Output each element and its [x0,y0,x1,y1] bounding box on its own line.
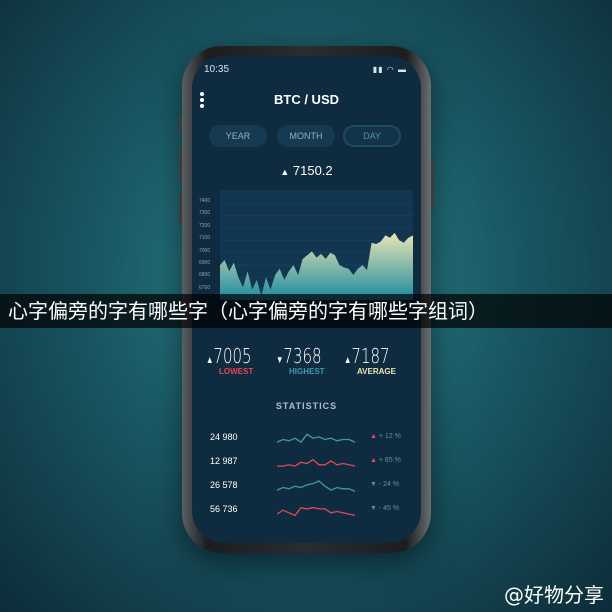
summary-highest-value: ▼7368 [276,344,322,368]
mute-switch [179,115,182,133]
y-tick-label: 7100 [199,235,211,242]
overlay-banner: 心字偏旁的字有哪些字（心字偏旁的字有哪些字组词） [0,294,612,328]
price-value: 7150.2 [292,163,333,178]
volume-up-button [179,148,182,182]
y-tick-label: 6800 [199,272,211,279]
stat-value: 56 736 [210,504,238,514]
down-arrow-icon: ▼ [370,505,377,512]
stat-change: - 45 % [378,505,400,512]
tab-month[interactable]: MONTH [277,125,335,147]
statistics-row[interactable]: 12 987 ▲ + 65 % [192,452,421,476]
price-chart [220,190,413,300]
summary-value: 7187 [351,344,390,368]
up-arrow-icon: ▲ [344,355,352,366]
sparkline [277,506,356,517]
up-arrow-icon: ▲ [280,167,290,177]
summary-label: HIGHEST [289,367,325,376]
status-time: 10:35 [204,64,230,75]
volume-down-button [179,192,182,226]
stat-change: + 65 % [378,457,401,464]
statistics-row[interactable]: 26 578 ▼ - 24 % [192,476,421,500]
stat-value: 26 578 [210,480,238,490]
summary-label: LOWEST [219,367,254,376]
sparkline-path [277,458,356,467]
sparkline-path [277,506,356,517]
sparkline [277,433,356,443]
summary-value: 7005 [213,344,252,368]
down-arrow-icon: ▼ [370,481,377,488]
summary-label: AVERAGE [357,367,396,376]
sparkline-path [277,433,356,443]
tab-year[interactable]: YEAR [209,125,267,147]
sparkline [277,458,356,467]
summary-lowest-value: ▲7005 [206,344,252,368]
y-tick-label: 7000 [199,247,211,254]
y-tick-label: 7200 [199,222,211,229]
summary-average-value: ▲7187 [344,344,390,368]
pair-title: BTC / USD [274,92,339,107]
y-tick-label: 7400 [199,198,211,204]
power-button [431,160,434,210]
up-arrow-icon: ▲ [370,433,377,440]
statistics-title: STATISTICS [275,401,338,411]
stat-change: + 12 % [378,433,401,440]
y-tick-label: 6900 [199,260,211,266]
tab-day[interactable]: DAY [343,125,401,147]
up-arrow-icon: ▲ [370,457,377,464]
statistics-row[interactable]: 24 980 ▲ + 12 % [192,428,421,452]
up-arrow-icon: ▲ [206,355,214,366]
watermark: @好物分享 [504,583,604,607]
stat-change: - 24 % [378,481,400,488]
summary-value: 7368 [283,344,322,368]
down-arrow-icon: ▼ [276,355,284,366]
sparkline-path [277,480,356,492]
status-icons: ▮▮ ◠ ▬ [372,65,407,74]
current-price: ▲ 7150.2 [192,163,421,178]
y-tick-label: 7300 [199,210,211,217]
y-tick-label: 6700 [199,284,211,291]
stat-value: 12 987 [210,456,238,466]
statistics-row[interactable]: 56 736 ▼ - 45 % [192,500,421,524]
stat-value: 24 980 [210,432,238,442]
sparkline [277,480,356,492]
